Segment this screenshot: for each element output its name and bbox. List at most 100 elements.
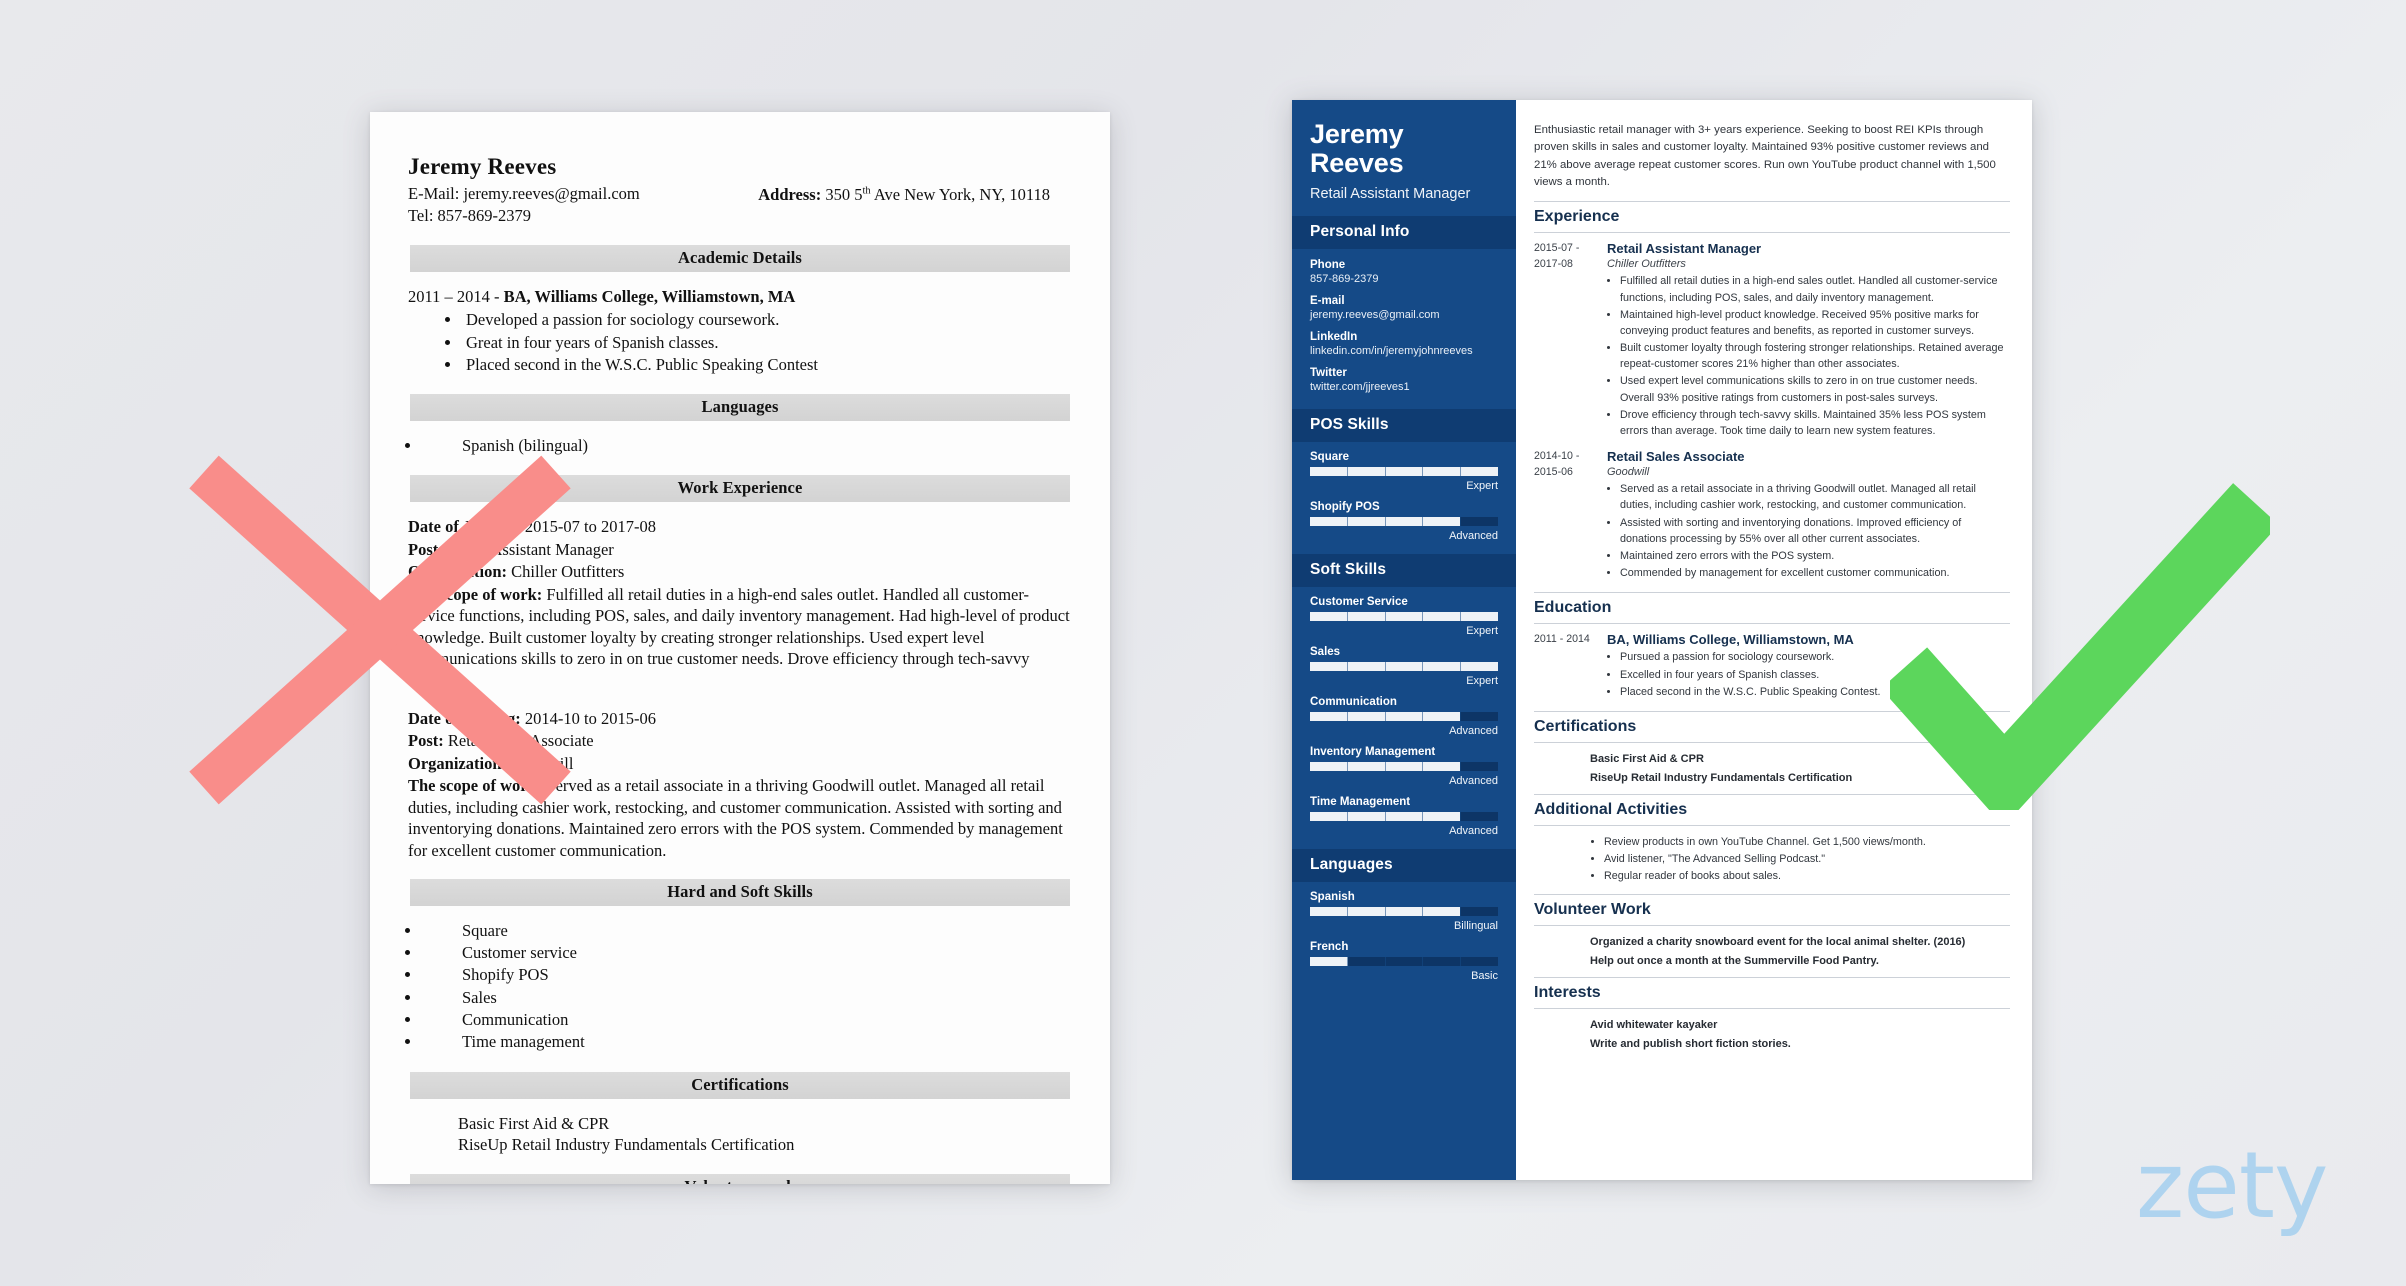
good-entry-dates: 2011 - 2014: [1534, 633, 1590, 646]
skill-name: Sales: [1310, 645, 1341, 658]
skill-bar-track: [1310, 516, 1498, 526]
good-entry-bullets: Served as a retail associate in a thrivi…: [1620, 481, 2010, 581]
good-section-certifications: Certifications: [1534, 710, 2010, 743]
bad-resume-header: Jeremy Reeves E-Mail: jeremy.reeves@gmai…: [408, 140, 1072, 227]
good-resume-sidebar: Jeremy Reeves Retail Assistant Manager P…: [1292, 100, 1516, 1180]
good-experience-entry: 2014-10 - 2015-06 Retail Sales Associate…: [1534, 449, 2010, 582]
skill-name: Customer Service: [1310, 595, 1408, 608]
bad-job-org: Organization: Chiller Outfitters: [408, 561, 1072, 582]
bad-job-post-label: Post:: [408, 731, 444, 751]
good-entry-bullets: Pursued a passion for sociology coursewo…: [1620, 649, 2010, 700]
good-interest-item: Write and publish short fiction stories.: [1590, 1038, 1791, 1051]
list-item: Spanish (bilingual): [422, 435, 1072, 457]
skill-level: Expert: [1466, 674, 1498, 687]
good-section-experience: Experience: [1534, 201, 2010, 234]
skill-name: Communication: [1310, 695, 1397, 708]
good-sidebar-section-pos-skills: POS Skills: [1292, 408, 1516, 442]
good-languages-list: Spanish Billingual French Basic: [1292, 891, 1516, 982]
list-item: Excelled in four years of Spanish classe…: [1620, 667, 2010, 683]
bad-job-entry: Date of Joining: 2014-10 to 2015-06 Post…: [408, 708, 1072, 861]
good-entry-company: Goodwill: [1607, 466, 1650, 479]
skill-meter: Sales Expert: [1292, 646, 1516, 687]
good-contact-linkedin[interactable]: LinkedIn linkedin.com/in/jeremyjohnreeve…: [1310, 331, 1498, 357]
bad-education-line: 2011 – 2014 - BA, Williams College, Will…: [408, 286, 1072, 307]
language-level: Basic: [1471, 969, 1498, 982]
good-section-interests: Interests: [1534, 977, 2010, 1010]
bad-education-years: 2011 – 2014 -: [408, 286, 504, 306]
skill-level: Advanced: [1449, 824, 1498, 837]
bad-certification-item: Basic First Aid & CPR: [458, 1113, 610, 1133]
good-contact-value: 857-869-2379: [1310, 272, 1379, 285]
bad-email-line: E-Mail: jeremy.reeves@gmail.com: [408, 184, 640, 203]
bad-job-post: Post: Retail Assistant Manager: [408, 539, 1072, 560]
good-entry-company: Chiller Outfitters: [1607, 258, 1686, 271]
skill-name: Time Management: [1310, 795, 1411, 808]
list-item: Served as a retail associate in a thrivi…: [1620, 481, 2010, 513]
list-item: Placed second in the W.S.C. Public Speak…: [462, 354, 1072, 376]
bad-job-post-value: Retail Assistant Manager: [443, 539, 614, 559]
skill-meter: Time Management Advanced: [1292, 796, 1516, 837]
bad-job-scope-label: The scope of work:: [408, 776, 543, 796]
skill-meter: Customer Service Expert: [1292, 596, 1516, 637]
bad-section-certifications: Certifications: [410, 1071, 1070, 1099]
bad-job-date-label: Date of Joining:: [408, 517, 521, 537]
bad-job-scope-label: The scope of work:: [408, 584, 543, 604]
good-contact-value[interactable]: twitter.com/jjreeves1: [1310, 381, 1498, 393]
bad-job-date-value: 2014-10 to 2015-06: [520, 708, 656, 728]
good-contact-twitter[interactable]: Twitter twitter.com/jjreeves1: [1310, 367, 1498, 393]
skill-name: Square: [1310, 450, 1349, 463]
bad-job-org-value: Chiller Outfitters: [507, 562, 625, 582]
good-entry-body: Retail Assistant Manager Chiller Outfitt…: [1607, 241, 2010, 440]
skill-bar-ticks: [1310, 516, 1498, 526]
good-candidate-last-name: Reeves: [1310, 147, 1404, 178]
good-additional-list: Review products in own YouTube Channel. …: [1604, 834, 2010, 885]
good-contact-label: E-mail: [1310, 294, 1345, 307]
language-bar-track: [1310, 956, 1498, 966]
bad-job-org-label: Organization:: [408, 562, 507, 582]
bad-section-work-experience: Work Experience: [410, 475, 1070, 503]
skill-level: Advanced: [1449, 724, 1498, 737]
good-contact-phone: Phone 857-869-2379: [1310, 259, 1498, 285]
skill-meter: Inventory Management Advanced: [1292, 746, 1516, 787]
skill-name: Inventory Management: [1310, 745, 1436, 758]
good-volunteer-item: Organized a charity snowboard event for …: [1590, 936, 1966, 949]
skill-meter: Shopify POS Advanced: [1292, 501, 1516, 542]
good-contact-value[interactable]: linkedin.com/in/jeremyjohnreeves: [1310, 345, 1498, 357]
bad-skills-list: Square Customer service Shopify POS Sale…: [422, 920, 1072, 1054]
language-bar-track: [1310, 906, 1498, 916]
good-sidebar-section-languages: Languages: [1292, 848, 1516, 882]
good-sidebar-section-personal-info: Personal Info: [1292, 215, 1516, 249]
bad-work-body: Date of Joining: 2015-07 to 2017-08 Post…: [408, 516, 1072, 861]
list-item: Fulfilled all retail duties in a high-en…: [1620, 273, 2010, 305]
bad-phone-line: Tel: 857-869-2379: [408, 205, 532, 225]
language-bar-ticks: [1310, 906, 1498, 916]
good-soft-skills-list: Customer Service Expert Sales Expert Com…: [1292, 596, 1516, 837]
good-pos-skills-list: Square Expert Shopify POS Advanced: [1292, 451, 1516, 542]
good-contact-value: jeremy.reeves@gmail.com: [1310, 308, 1440, 321]
skill-level: Expert: [1466, 624, 1498, 637]
language-level: Billingual: [1453, 919, 1498, 932]
list-item: Commended by management for excellent cu…: [1620, 565, 2010, 581]
bad-resume-document: Jeremy Reeves E-Mail: jeremy.reeves@gmai…: [370, 112, 1110, 1184]
skill-bar-track: [1310, 711, 1498, 721]
bad-section-academic-details: Academic Details: [410, 244, 1070, 272]
bad-job-date-label: Date of Joining:: [408, 708, 521, 728]
list-item: Sales: [422, 987, 1072, 1009]
list-item: Built customer loyalty through fostering…: [1620, 340, 2010, 372]
skill-bar-ticks: [1310, 661, 1498, 671]
bad-certification-item: RiseUp Retail Industry Fundamentals Cert…: [458, 1135, 795, 1155]
bad-education-bullets: Developed a passion for sociology course…: [462, 309, 1072, 376]
good-entry-body: BA, Williams College, Williamstown, MA P…: [1607, 632, 2010, 701]
skill-bar-ticks: [1310, 611, 1498, 621]
language-name: Spanish: [1310, 890, 1355, 903]
bad-languages-list: Spanish (bilingual): [422, 435, 1072, 457]
skill-bar-ticks: [1310, 466, 1498, 476]
good-candidate-first-name: Jeremy: [1310, 119, 1404, 149]
good-sidebar-header: Jeremy Reeves Retail Assistant Manager: [1292, 100, 1516, 216]
good-contact-label: LinkedIn: [1310, 330, 1358, 343]
list-item: Square: [422, 920, 1072, 942]
bad-job-org: Organization: Goodwill: [408, 753, 1072, 774]
bad-address-ordinal: th: [862, 185, 871, 197]
good-section-volunteer-work: Volunteer Work: [1534, 894, 2010, 927]
list-item: Placed second in the W.S.C. Public Speak…: [1620, 684, 2010, 700]
